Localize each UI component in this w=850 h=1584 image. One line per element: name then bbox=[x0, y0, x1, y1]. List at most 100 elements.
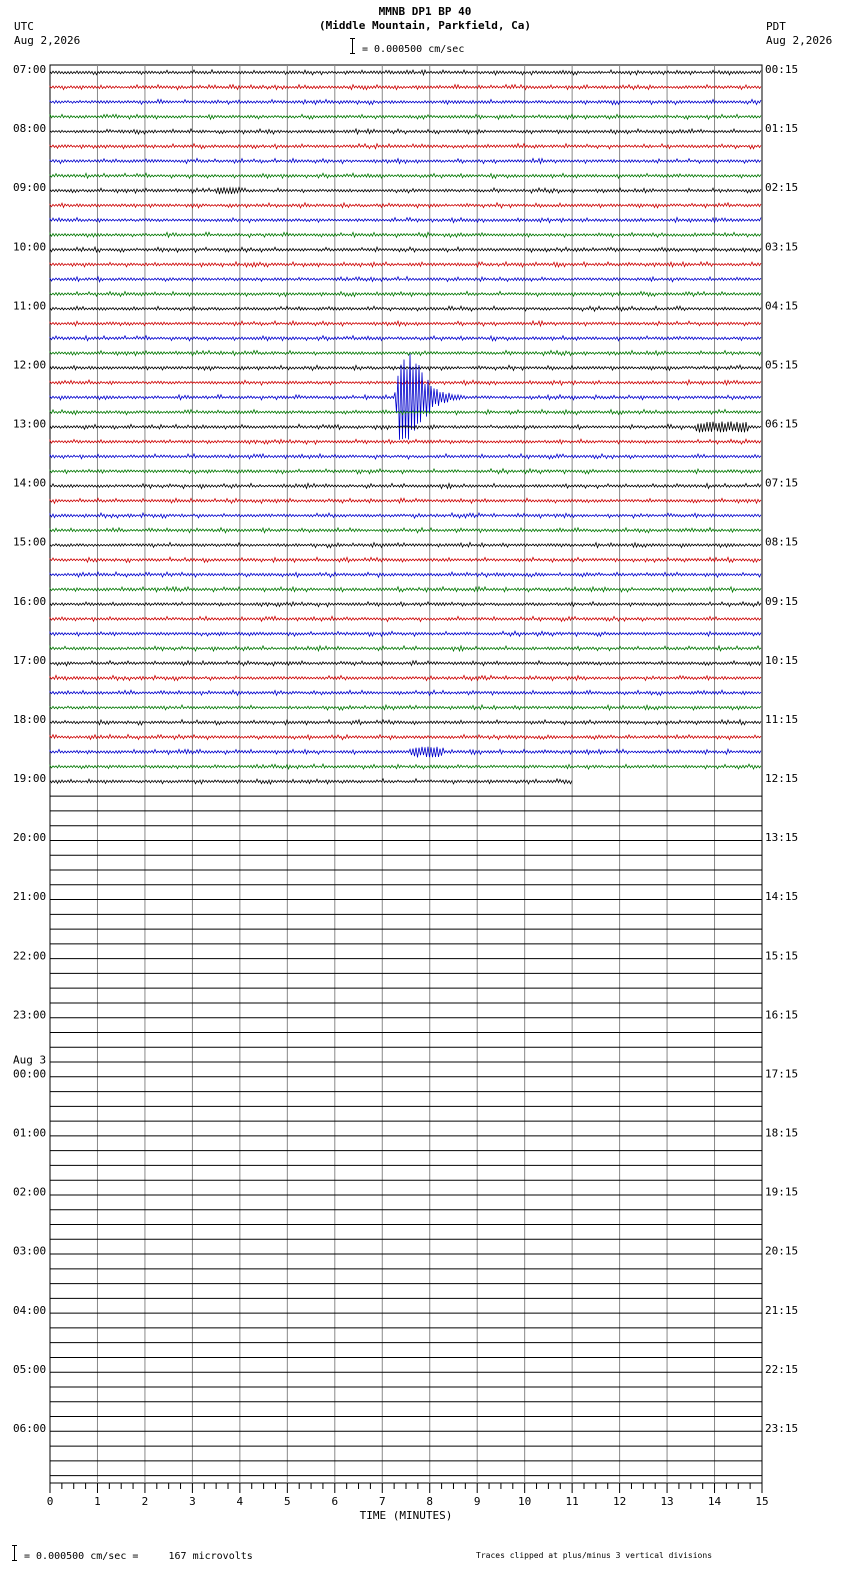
trace-row-41 bbox=[49, 674, 762, 682]
left-hour-label: 05:00 bbox=[13, 1363, 46, 1376]
right-hour-label: 05:15 bbox=[765, 358, 798, 371]
trace-row-29 bbox=[49, 497, 762, 505]
x-tick-label: 12 bbox=[613, 1495, 626, 1508]
right-hour-label: 18:15 bbox=[765, 1127, 798, 1140]
trace-row-46 bbox=[49, 746, 762, 758]
trace-row-27 bbox=[49, 467, 762, 475]
x-tick-label: 8 bbox=[426, 1495, 433, 1508]
left-hour-label: 04:00 bbox=[13, 1304, 46, 1317]
right-hour-label: 07:15 bbox=[765, 477, 798, 490]
trace-row-13 bbox=[49, 260, 762, 269]
left-hour-label: 08:00 bbox=[13, 122, 46, 135]
left-hour-label: 21:00 bbox=[13, 890, 46, 903]
left-hour-label: 03:00 bbox=[13, 1245, 46, 1258]
trace-row-40 bbox=[49, 659, 762, 667]
right-hour-label: 10:15 bbox=[765, 654, 798, 667]
x-tick-label: 5 bbox=[284, 1495, 291, 1508]
plot-frame bbox=[49, 64, 763, 1484]
trace-row-48 bbox=[49, 777, 573, 786]
right-hour-label: 13:15 bbox=[765, 831, 798, 844]
right-hour-label: 19:15 bbox=[765, 1186, 798, 1199]
trace-row-26 bbox=[49, 452, 762, 461]
trace-row-14 bbox=[49, 275, 762, 284]
trace-row-31 bbox=[49, 526, 762, 534]
left-hour-label: 16:00 bbox=[13, 595, 46, 608]
right-hour-label: 12:15 bbox=[765, 772, 798, 785]
trace-row-42 bbox=[49, 689, 762, 697]
right-hour-label: 01:15 bbox=[765, 122, 798, 135]
x-tick-label: 4 bbox=[237, 1495, 244, 1508]
trace-row-8 bbox=[49, 186, 762, 195]
trace-row-39 bbox=[49, 644, 762, 653]
trace-row-30 bbox=[49, 511, 762, 520]
x-tick-label: 15 bbox=[755, 1495, 768, 1508]
trace-row-36 bbox=[49, 600, 762, 608]
x-axis-label: TIME (MINUTES) bbox=[360, 1509, 453, 1522]
trace-row-19 bbox=[49, 349, 762, 357]
trace-row-45 bbox=[49, 733, 762, 741]
x-tick-label: 6 bbox=[331, 1495, 338, 1508]
trace-row-23 bbox=[49, 408, 762, 416]
left-hour-label: 22:00 bbox=[13, 949, 46, 962]
x-tick-label: 2 bbox=[142, 1495, 149, 1508]
trace-row-0 bbox=[49, 68, 762, 77]
trace-row-9 bbox=[49, 201, 762, 209]
footer-scale-bar-icon bbox=[12, 1545, 17, 1561]
left-hour-label: 18:00 bbox=[13, 713, 46, 726]
right-hour-label: 00:15 bbox=[765, 63, 798, 76]
trace-row-3 bbox=[49, 113, 762, 121]
x-tick-label: 7 bbox=[379, 1495, 386, 1508]
left-hour-label: 09:00 bbox=[13, 181, 46, 194]
right-hour-label: 21:15 bbox=[765, 1304, 798, 1317]
right-hour-label: 02:15 bbox=[765, 181, 798, 194]
right-hour-label: 08:15 bbox=[765, 536, 798, 549]
trace-row-35 bbox=[49, 585, 762, 594]
footer-scale-note: = 0.000500 cm/sec = 167 microvolts bbox=[24, 1551, 253, 1562]
right-hour-label: 09:15 bbox=[765, 595, 798, 608]
trace-row-33 bbox=[49, 556, 762, 564]
x-tick-label: 3 bbox=[189, 1495, 196, 1508]
x-tick-label: 1 bbox=[94, 1495, 101, 1508]
trace-row-38 bbox=[49, 630, 762, 638]
left-date-label: Aug 3 bbox=[13, 1053, 46, 1066]
x-tick-label: 9 bbox=[474, 1495, 481, 1508]
left-hour-label: 17:00 bbox=[13, 654, 46, 667]
right-hour-label: 16:15 bbox=[765, 1008, 798, 1021]
right-hour-label: 20:15 bbox=[765, 1245, 798, 1258]
right-hour-label: 11:15 bbox=[765, 713, 798, 726]
right-hour-label: 15:15 bbox=[765, 949, 798, 962]
left-hour-label: 07:00 bbox=[13, 63, 46, 76]
right-hour-label: 03:15 bbox=[765, 240, 798, 253]
left-hour-label: 11:00 bbox=[13, 299, 46, 312]
trace-row-18 bbox=[49, 334, 762, 342]
x-tick-label: 13 bbox=[660, 1495, 673, 1508]
trace-row-12 bbox=[49, 245, 762, 254]
trace-row-6 bbox=[49, 157, 762, 165]
trace-row-15 bbox=[49, 290, 762, 298]
trace-row-28 bbox=[49, 482, 762, 490]
left-hour-label: 06:00 bbox=[13, 1422, 46, 1435]
trace-row-17 bbox=[49, 319, 762, 328]
left-hour-label: 14:00 bbox=[13, 477, 46, 490]
x-tick-label: 14 bbox=[708, 1495, 722, 1508]
trace-row-7 bbox=[49, 172, 762, 180]
left-hour-label: 01:00 bbox=[13, 1127, 46, 1140]
left-hour-label: 13:00 bbox=[13, 418, 46, 431]
trace-row-47 bbox=[49, 763, 762, 771]
right-hour-label: 04:15 bbox=[765, 299, 798, 312]
seismogram-plot: 07:00 08:00 09:00 10:00 11:00 12:00 13:00 14:00… bbox=[13, 63, 798, 1522]
right-hour-label: 22:15 bbox=[765, 1363, 798, 1376]
x-axis: 0 1 2 3 4 5 6 7 8 9 10 11 12 13 14 15TIME (MINUTES) bbox=[47, 1483, 769, 1522]
trace-row-21 bbox=[49, 378, 762, 387]
left-hour-label: 12:00 bbox=[13, 358, 46, 371]
trace-row-25 bbox=[49, 438, 762, 446]
trace-row-44 bbox=[49, 718, 762, 726]
trace-row-1 bbox=[49, 83, 762, 91]
trace-group bbox=[49, 68, 762, 1477]
trace-row-2 bbox=[49, 98, 762, 106]
trace-row-11 bbox=[49, 231, 762, 239]
trace-row-32 bbox=[49, 541, 762, 549]
trace-row-16 bbox=[49, 305, 762, 313]
right-hour-label: 06:15 bbox=[765, 418, 798, 431]
left-hour-label: 10:00 bbox=[13, 240, 46, 253]
